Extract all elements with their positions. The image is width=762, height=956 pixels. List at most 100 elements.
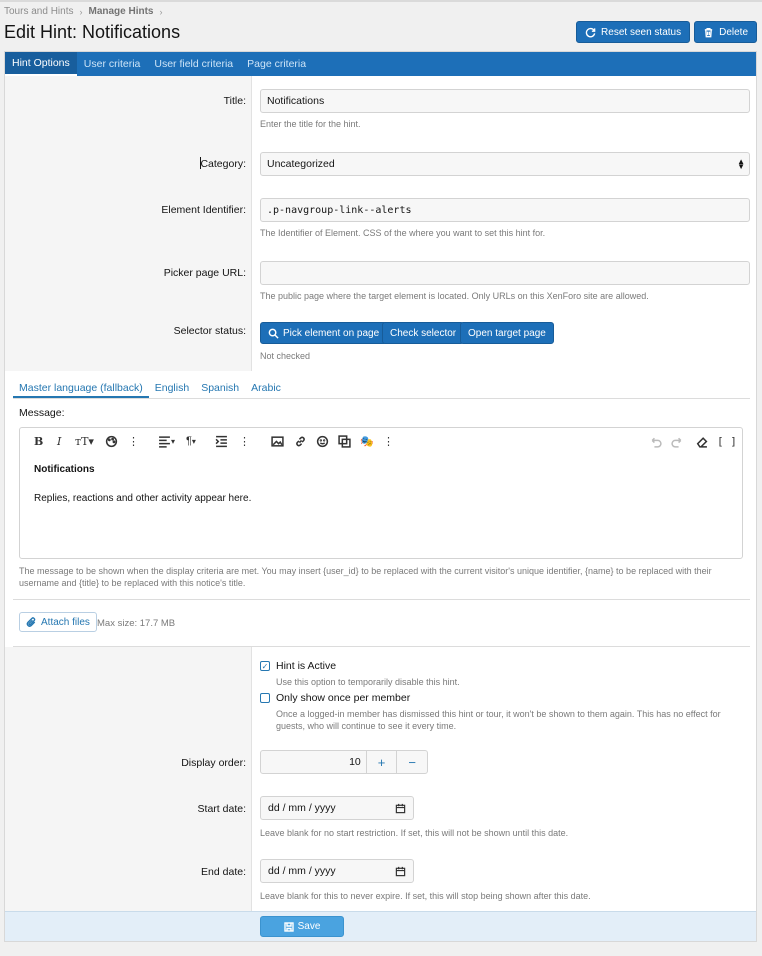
start-date-input[interactable]: dd / mm / yyyy	[260, 796, 414, 820]
element-identifier-label: Element Identifier:	[161, 204, 246, 216]
selector-status-value: Not checked	[260, 351, 311, 361]
title-value: Notifications	[267, 95, 325, 107]
start-date-label: Start date:	[197, 803, 246, 815]
message-hint: The message to be shown when the display…	[19, 565, 743, 589]
show-once-hint: Once a logged-in member has dismissed th…	[276, 709, 721, 731]
message-label: Message:	[19, 407, 65, 419]
text-size-icon[interactable]: тT▾	[75, 433, 94, 449]
category-select[interactable]: Uncategorized ▲ ▼	[260, 152, 750, 176]
display-order-stepper[interactable]: 10 + −	[260, 750, 428, 774]
language-tabs: Master language (fallback) English Spani…	[13, 379, 750, 399]
save-button[interactable]: Save	[260, 916, 344, 937]
title-hint: Enter the title for the hint.	[260, 119, 361, 129]
hint-active-label: Hint is Active	[276, 660, 337, 672]
trash-icon	[704, 27, 713, 37]
selector-status-label: Selector status:	[173, 325, 246, 337]
message-hint-line-1: The message to be shown when the display…	[19, 566, 712, 576]
hint-active-hint: Use this option to temporarily disable t…	[276, 677, 460, 687]
picker-url-input[interactable]	[260, 261, 750, 285]
more-vertical-icon-2[interactable]: ⋮	[239, 433, 250, 449]
refresh-icon	[585, 27, 596, 37]
increment-button[interactable]: +	[365, 751, 397, 773]
page-title: Edit Hint: Notifications	[4, 22, 181, 42]
indent-icon[interactable]	[215, 433, 228, 449]
italic-icon[interactable]: I	[57, 433, 61, 449]
palette-icon[interactable]	[105, 433, 118, 449]
breadcrumb-item-tours[interactable]: Tours and Hints	[4, 6, 73, 17]
link-icon[interactable]	[294, 433, 307, 449]
align-icon[interactable]: ▾	[158, 433, 175, 449]
tab-page-criteria[interactable]: Page criteria	[240, 52, 313, 76]
title-input[interactable]: Notifications	[260, 89, 750, 113]
attach-files-button[interactable]: Attach files	[19, 612, 97, 632]
select-arrows-icon: ▲ ▼	[737, 157, 745, 171]
editor-heading: Notifications	[34, 464, 95, 475]
calendar-icon-2[interactable]	[395, 866, 406, 877]
tab-english[interactable]: English	[149, 379, 195, 398]
tab-user-field-criteria[interactable]: User field criteria	[147, 52, 240, 76]
display-order-label: Display order:	[181, 757, 246, 769]
tab-arabic[interactable]: Arabic	[245, 379, 287, 398]
pick-element-label: Pick element on page	[283, 327, 380, 339]
tab-hint-options[interactable]: Hint Options	[5, 52, 77, 76]
check-selector-button[interactable]: Check selector	[382, 322, 465, 344]
attach-files-label: Attach files	[41, 616, 90, 628]
show-once-checkbox[interactable]	[260, 693, 270, 703]
message-hint-line-2: username and {title} to be replaced with…	[19, 578, 246, 588]
end-date-input[interactable]: dd / mm / yyyy	[260, 859, 414, 883]
chevron-right-icon: ›	[159, 6, 163, 17]
smiley-icon[interactable]	[316, 433, 329, 449]
hint-active-checkbox[interactable]: ✓	[260, 661, 270, 671]
paragraph-icon[interactable]: ¶ ▾	[186, 433, 196, 449]
editor-body: Replies, reactions and other activity ap…	[34, 493, 252, 504]
redo-icon[interactable]	[671, 433, 684, 449]
element-identifier-input[interactable]: .p-navgroup-link--alerts	[260, 198, 750, 222]
paperclip-icon	[26, 616, 36, 627]
undo-icon[interactable]	[649, 433, 662, 449]
breadcrumb-item-manage-hints[interactable]: Manage Hints	[88, 6, 153, 17]
tab-user-criteria[interactable]: User criteria	[77, 52, 148, 76]
search-icon	[268, 328, 279, 339]
show-once-option[interactable]: Only show once per member Once a logged-…	[260, 692, 736, 732]
eraser-icon[interactable]	[695, 433, 708, 449]
title-label: Title:	[223, 95, 246, 107]
chevron-right-icon: ›	[79, 6, 83, 17]
media-icon[interactable]	[338, 433, 351, 449]
open-target-page-label: Open target page	[468, 327, 546, 339]
tab-bar: Hint Options User criteria User field cr…	[5, 52, 756, 76]
decrement-button[interactable]: −	[396, 751, 427, 773]
text-cursor	[200, 157, 201, 169]
calendar-icon[interactable]	[395, 803, 406, 814]
hint-active-option[interactable]: ✓ Hint is Active Use this option to temp…	[260, 660, 736, 688]
save-icon	[283, 921, 294, 932]
open-target-page-button[interactable]: Open target page	[460, 322, 554, 344]
page: Tours and Hints › Manage Hints › Edit Hi…	[0, 0, 762, 956]
picker-url-hint: The public page where the target element…	[260, 291, 649, 301]
element-identifier-value: .p-navgroup-link--alerts	[267, 204, 412, 216]
message-editor[interactable]: B I тT▾ ⋮ ▾ ¶ ▾ ⋮ 🎭 ⋮ [ ] Notifications …	[19, 427, 743, 559]
pick-element-button[interactable]: Pick element on page	[260, 322, 388, 344]
form-footer: Save	[5, 911, 756, 941]
delete-label: Delete	[719, 26, 748, 38]
image-icon[interactable]	[271, 433, 284, 449]
tab-spanish[interactable]: Spanish	[195, 379, 245, 398]
divider-2	[13, 646, 750, 647]
display-order-value[interactable]: 10	[261, 751, 366, 773]
bold-icon[interactable]: B	[34, 433, 43, 449]
end-date-label: End date:	[201, 866, 246, 878]
picker-url-label: Picker page URL:	[163, 267, 246, 279]
show-once-label: Only show once per member	[276, 692, 411, 704]
bbcode-toggle-icon[interactable]: [ ]	[717, 433, 737, 449]
gif-icon[interactable]: 🎭	[360, 433, 374, 449]
delete-button[interactable]: Delete	[694, 21, 757, 43]
more-vertical-icon-3[interactable]: ⋮	[383, 433, 394, 449]
start-date-value: dd / mm / yyyy	[268, 802, 336, 814]
category-label: Category:	[200, 158, 246, 170]
more-vertical-icon[interactable]: ⋮	[128, 433, 139, 449]
category-value: Uncategorized	[267, 158, 335, 170]
element-identifier-hint: The Identifier of Element. CSS of the wh…	[260, 228, 546, 238]
tab-master-language[interactable]: Master language (fallback)	[13, 379, 149, 398]
editor-content[interactable]: Notifications Replies, reactions and oth…	[34, 464, 251, 504]
editor-toolbar: B I тT▾ ⋮ ▾ ¶ ▾ ⋮ 🎭 ⋮ [ ]	[20, 428, 742, 454]
reset-seen-status-button[interactable]: Reset seen status	[576, 21, 691, 43]
